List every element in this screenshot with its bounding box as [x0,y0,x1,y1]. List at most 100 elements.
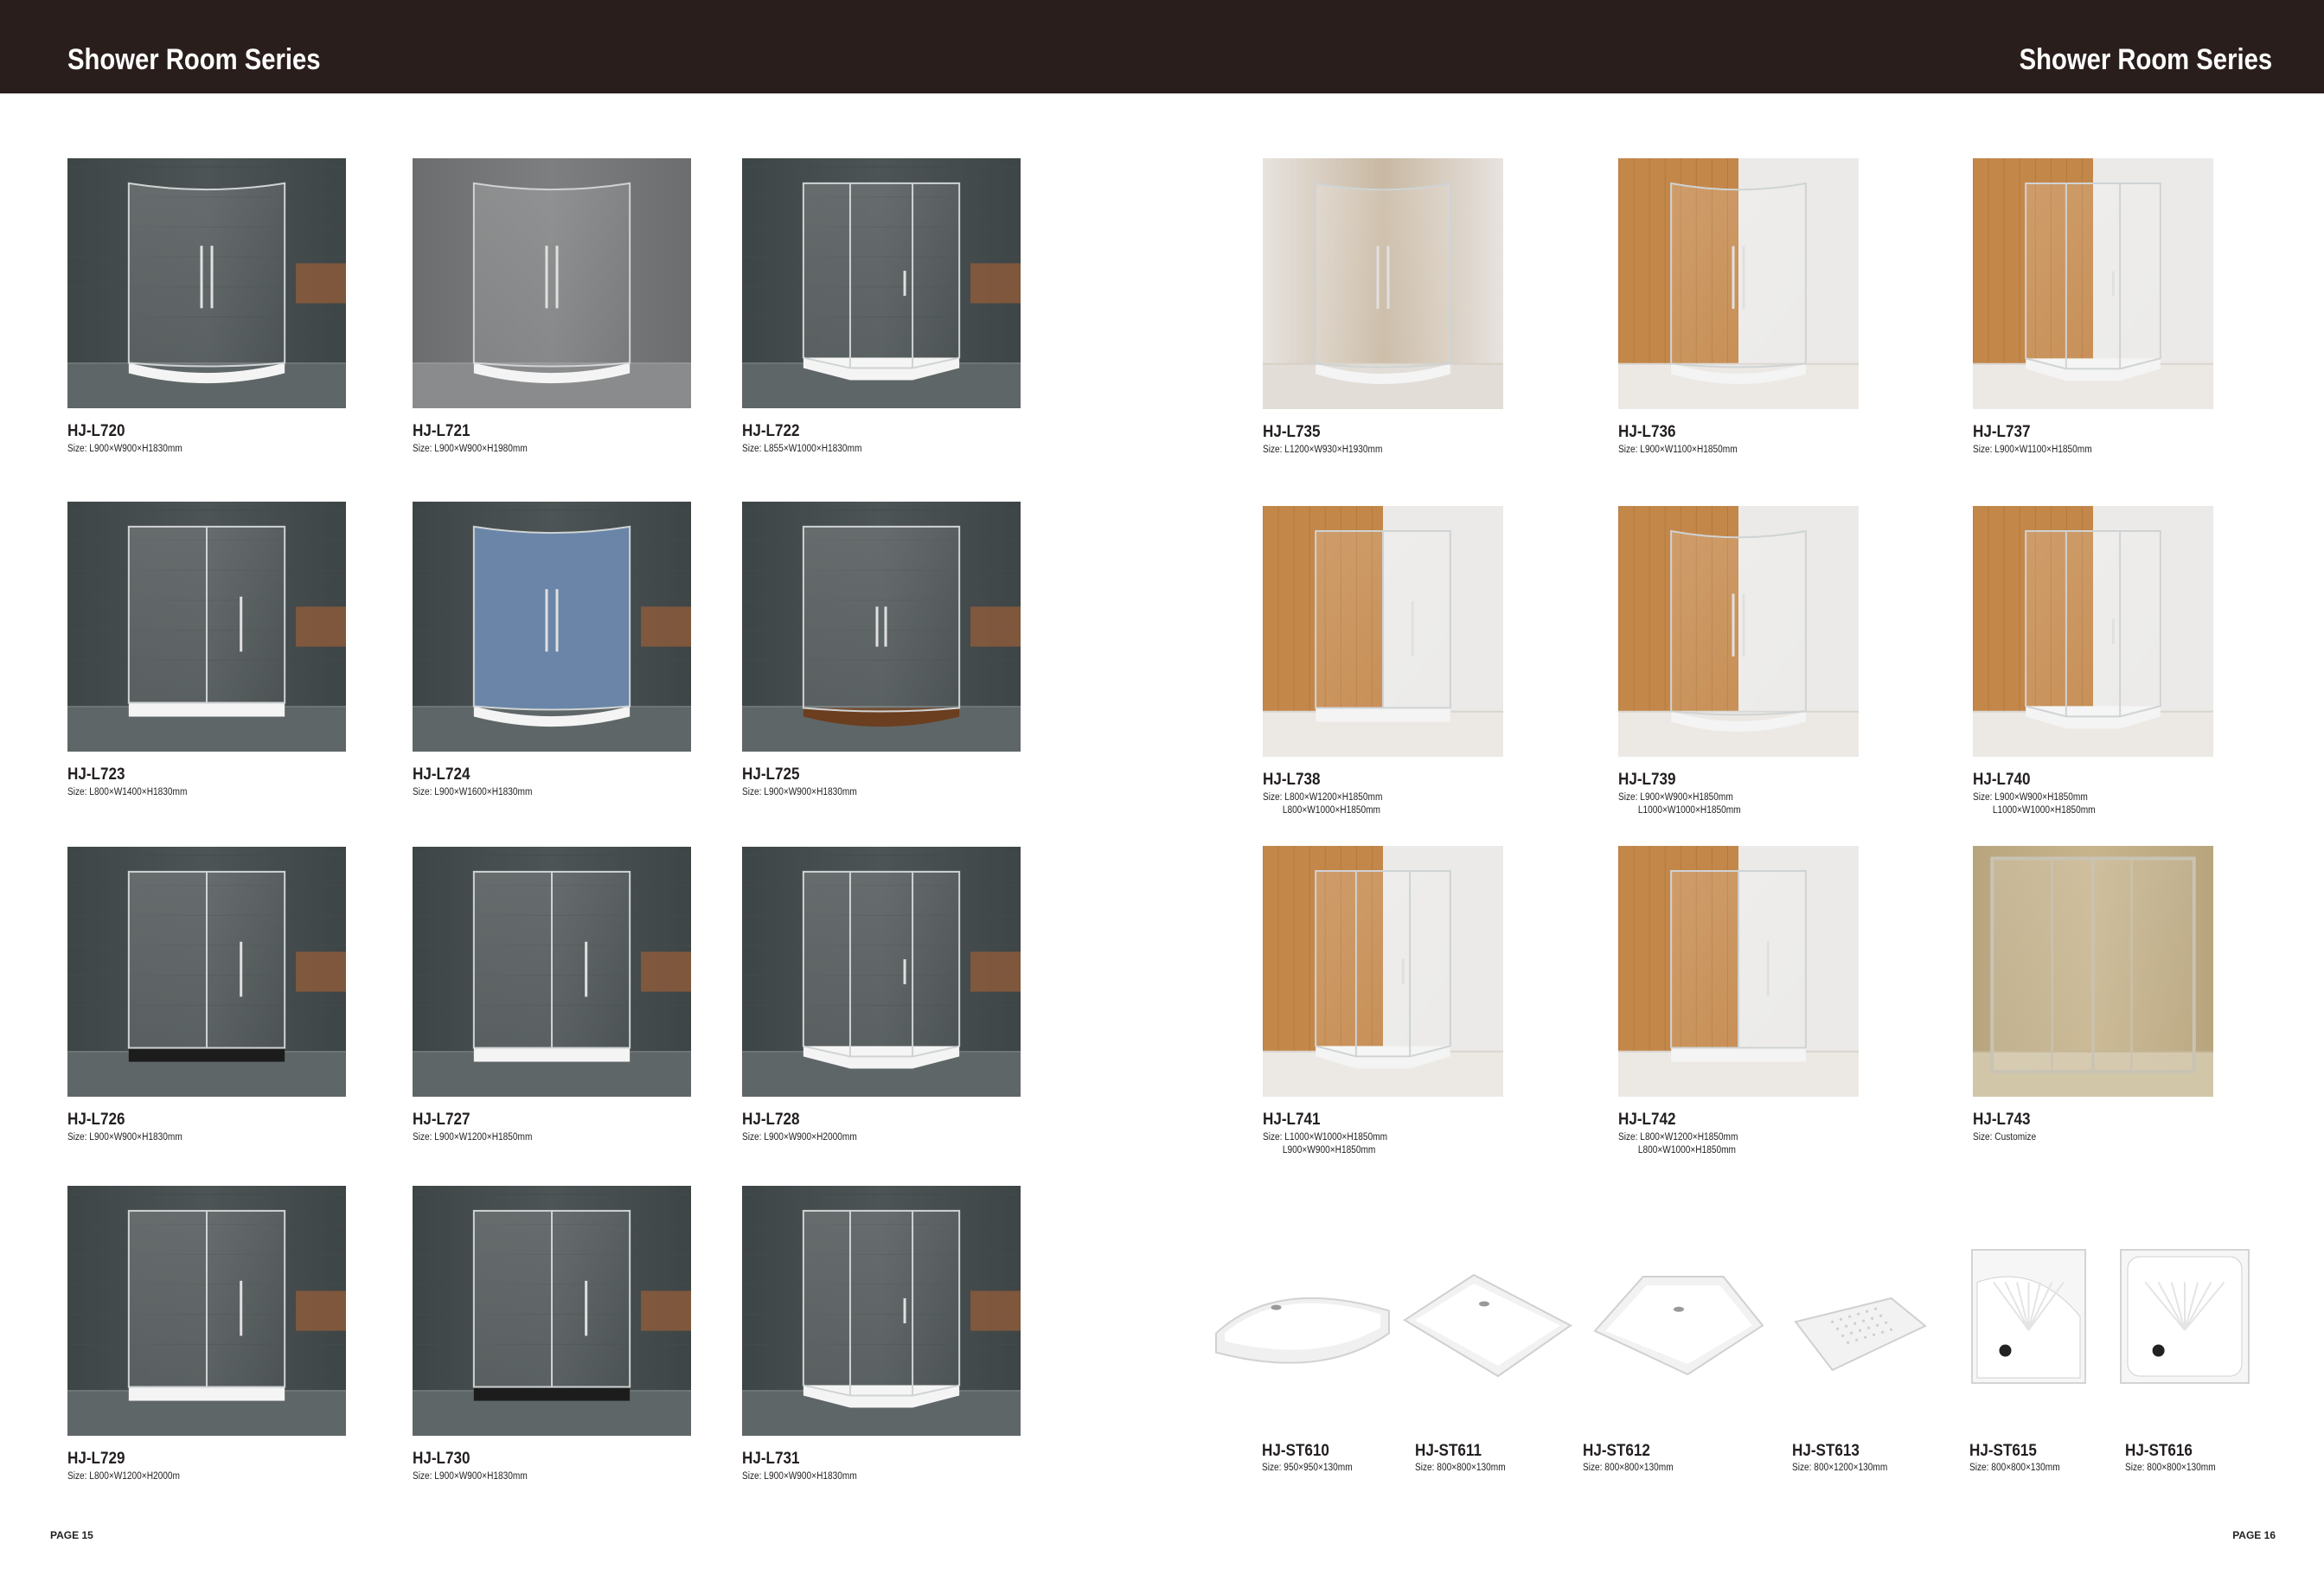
product-code: HJ-L724 [413,765,471,784]
product-code: HJ-L736 [1618,423,1676,441]
product-code: HJ-L739 [1618,771,1676,789]
product-size: Size: L900×W900×H1830mm [742,1470,857,1483]
product-code: HJ-L731 [742,1450,800,1468]
product-size-line1: Size: L800×W1200×H1850mm [1263,792,1383,803]
product-code: HJ-L737 [1973,423,2031,441]
product-code: HJ-L735 [1263,423,1321,441]
product-photo [1263,158,1503,409]
product-size: Size: L800×W1400×H1830mm [67,786,187,799]
product-size: Size: L855×W1000×H1830mm [742,443,861,456]
product-size-line1: Size: L855×W1000×H1830mm [742,444,862,454]
product-code: HJ-L722 [742,422,800,440]
page-number-right: PAGE 16 [2232,1529,2276,1541]
product-size-line2: L900×W900×H1850mm [1282,1145,1376,1156]
product-photo [1618,506,1859,757]
product-size-line1: Size: L900×W1100×H1850mm [1973,445,2092,455]
product-size-line1: Size: L900×W1100×H1850mm [1618,445,1738,455]
product-size: Size: L900×W900×H1980mm [413,443,528,456]
product-photo [742,158,1021,408]
product-photo [67,847,346,1097]
product-size-line1: Size: L900×W900×H1850mm [1618,792,1733,803]
product-photo [1973,846,2213,1097]
tray-code: HJ-ST610 [1262,1442,1329,1460]
product-photo [742,502,1021,752]
product-size: Size: L900×W900×H1830mm [67,1131,182,1144]
product-size: Size: L900×W1200×H1850mm [413,1131,532,1144]
product-photo [413,847,691,1097]
product-size: Size: L900×W1100×H1850mm [1618,444,1738,457]
page-number-left: PAGE 15 [50,1529,93,1541]
product-photo [67,158,346,408]
product-size-line2: L1000×W1000×H1850mm [1992,805,2096,816]
tray-code: HJ-ST615 [1969,1442,2037,1460]
product-size: Size: L800×W1200×H2000m [67,1470,180,1483]
product-size-line1: Size: L900×W900×H1830mm [413,1471,528,1482]
tray-photo [1790,1293,1930,1375]
header-title-left: Shower Room Series [67,43,321,76]
product-size-line2: L1000×W1000×H1850mm [1637,805,1741,816]
product-size-line1: Size: L800×W1200×H2000m [67,1471,180,1482]
tray-photo [1401,1271,1574,1380]
product-size-line1: Size: L800×W1400×H1830mm [67,787,188,797]
product-code: HJ-L723 [67,765,125,784]
product-size: Size: L1000×W1000×H1850mm L900×W900×H185… [1263,1131,1387,1157]
product-size-line1: Size: L900×W1600×H1830mm [413,787,533,797]
product-size: Size: L900×W1600×H1830mm [413,786,532,799]
product-size-line2: L800×W1000×H1850mm [1637,1145,1736,1156]
product-photo [1263,506,1503,757]
product-photo [1263,846,1503,1097]
product-size: Size: L900×W900×H1830mm [67,443,182,456]
product-photo [1973,158,2213,409]
tray-code: HJ-ST616 [2125,1442,2193,1460]
tray-code: HJ-ST613 [1792,1442,1860,1460]
tray-photo [1970,1248,2087,1385]
product-photo [413,502,691,752]
product-photo [67,502,346,752]
product-size-line1: Size: L900×W1200×H1850mm [413,1132,533,1143]
product-size-line1: Size: L900×W900×H1830mm [742,1471,857,1482]
tray-code: HJ-ST611 [1415,1442,1482,1460]
tray-size: Size: 950×950×130mm [1262,1463,1353,1473]
product-size: Size: L900×W900×H1830mm [742,786,857,799]
product-size: Size: L900×W900×H2000mm [742,1131,857,1144]
product-code: HJ-L741 [1263,1111,1321,1129]
product-size-line1: Size: L800×W1200×H1850mm [1618,1132,1738,1143]
product-size-line2: L800×W1000×H1850mm [1282,805,1380,816]
product-code: HJ-L729 [67,1450,125,1468]
product-size-line1: Size: L900×W900×H1830mm [67,1132,182,1143]
tray-size: Size: 800×800×130mm [1415,1463,1506,1473]
product-photo [413,1186,691,1436]
product-size: Size: L900×W900×H1830mm [413,1470,528,1483]
product-photo [67,1186,346,1436]
product-size: Size: Customize [1973,1131,2036,1144]
tray-size: Size: 800×1200×130mm [1792,1463,1888,1473]
product-size: Size: L900×W900×H1850mm L1000×W1000×H185… [1618,791,1741,817]
product-size: Size: L800×W1200×H1850mm L800×W1000×H185… [1263,791,1382,817]
tray-size: Size: 800×800×130mm [2125,1463,2216,1473]
product-size-line1: Size: L900×W900×H1830mm [67,444,182,454]
product-code: HJ-L740 [1973,771,2031,789]
product-code: HJ-L738 [1263,771,1321,789]
product-size: Size: L900×W900×H1850mm L1000×W1000×H185… [1973,791,2096,817]
product-code: HJ-L726 [67,1111,125,1129]
product-photo [742,847,1021,1097]
product-code: HJ-L721 [413,422,471,440]
product-size-line1: Size: Customize [1973,1132,2037,1143]
product-photo [742,1186,1021,1436]
tray-photo [2119,1248,2250,1385]
product-size: Size: L800×W1200×H1850mm L800×W1000×H185… [1618,1131,1738,1157]
product-size-line1: Size: L900×W900×H1830mm [742,787,857,797]
tray-size: Size: 800×800×130mm [1583,1463,1674,1473]
product-size-line1: Size: L1200×W930×H1930mm [1263,445,1383,455]
tray-size: Size: 800×800×130mm [1969,1463,2060,1473]
product-code: HJ-L730 [413,1450,471,1468]
tray-photo [1213,1271,1394,1384]
product-size-line1: Size: L900×W900×H1980mm [413,444,528,454]
product-size: Size: L900×W1100×H1850mm [1973,444,2092,457]
product-code: HJ-L727 [413,1111,471,1129]
header-title-right: Shower Room Series [2019,43,2272,76]
product-code: HJ-L728 [742,1111,800,1129]
product-photo [1618,846,1859,1097]
product-code: HJ-L725 [742,765,800,784]
product-photo [1618,158,1859,409]
